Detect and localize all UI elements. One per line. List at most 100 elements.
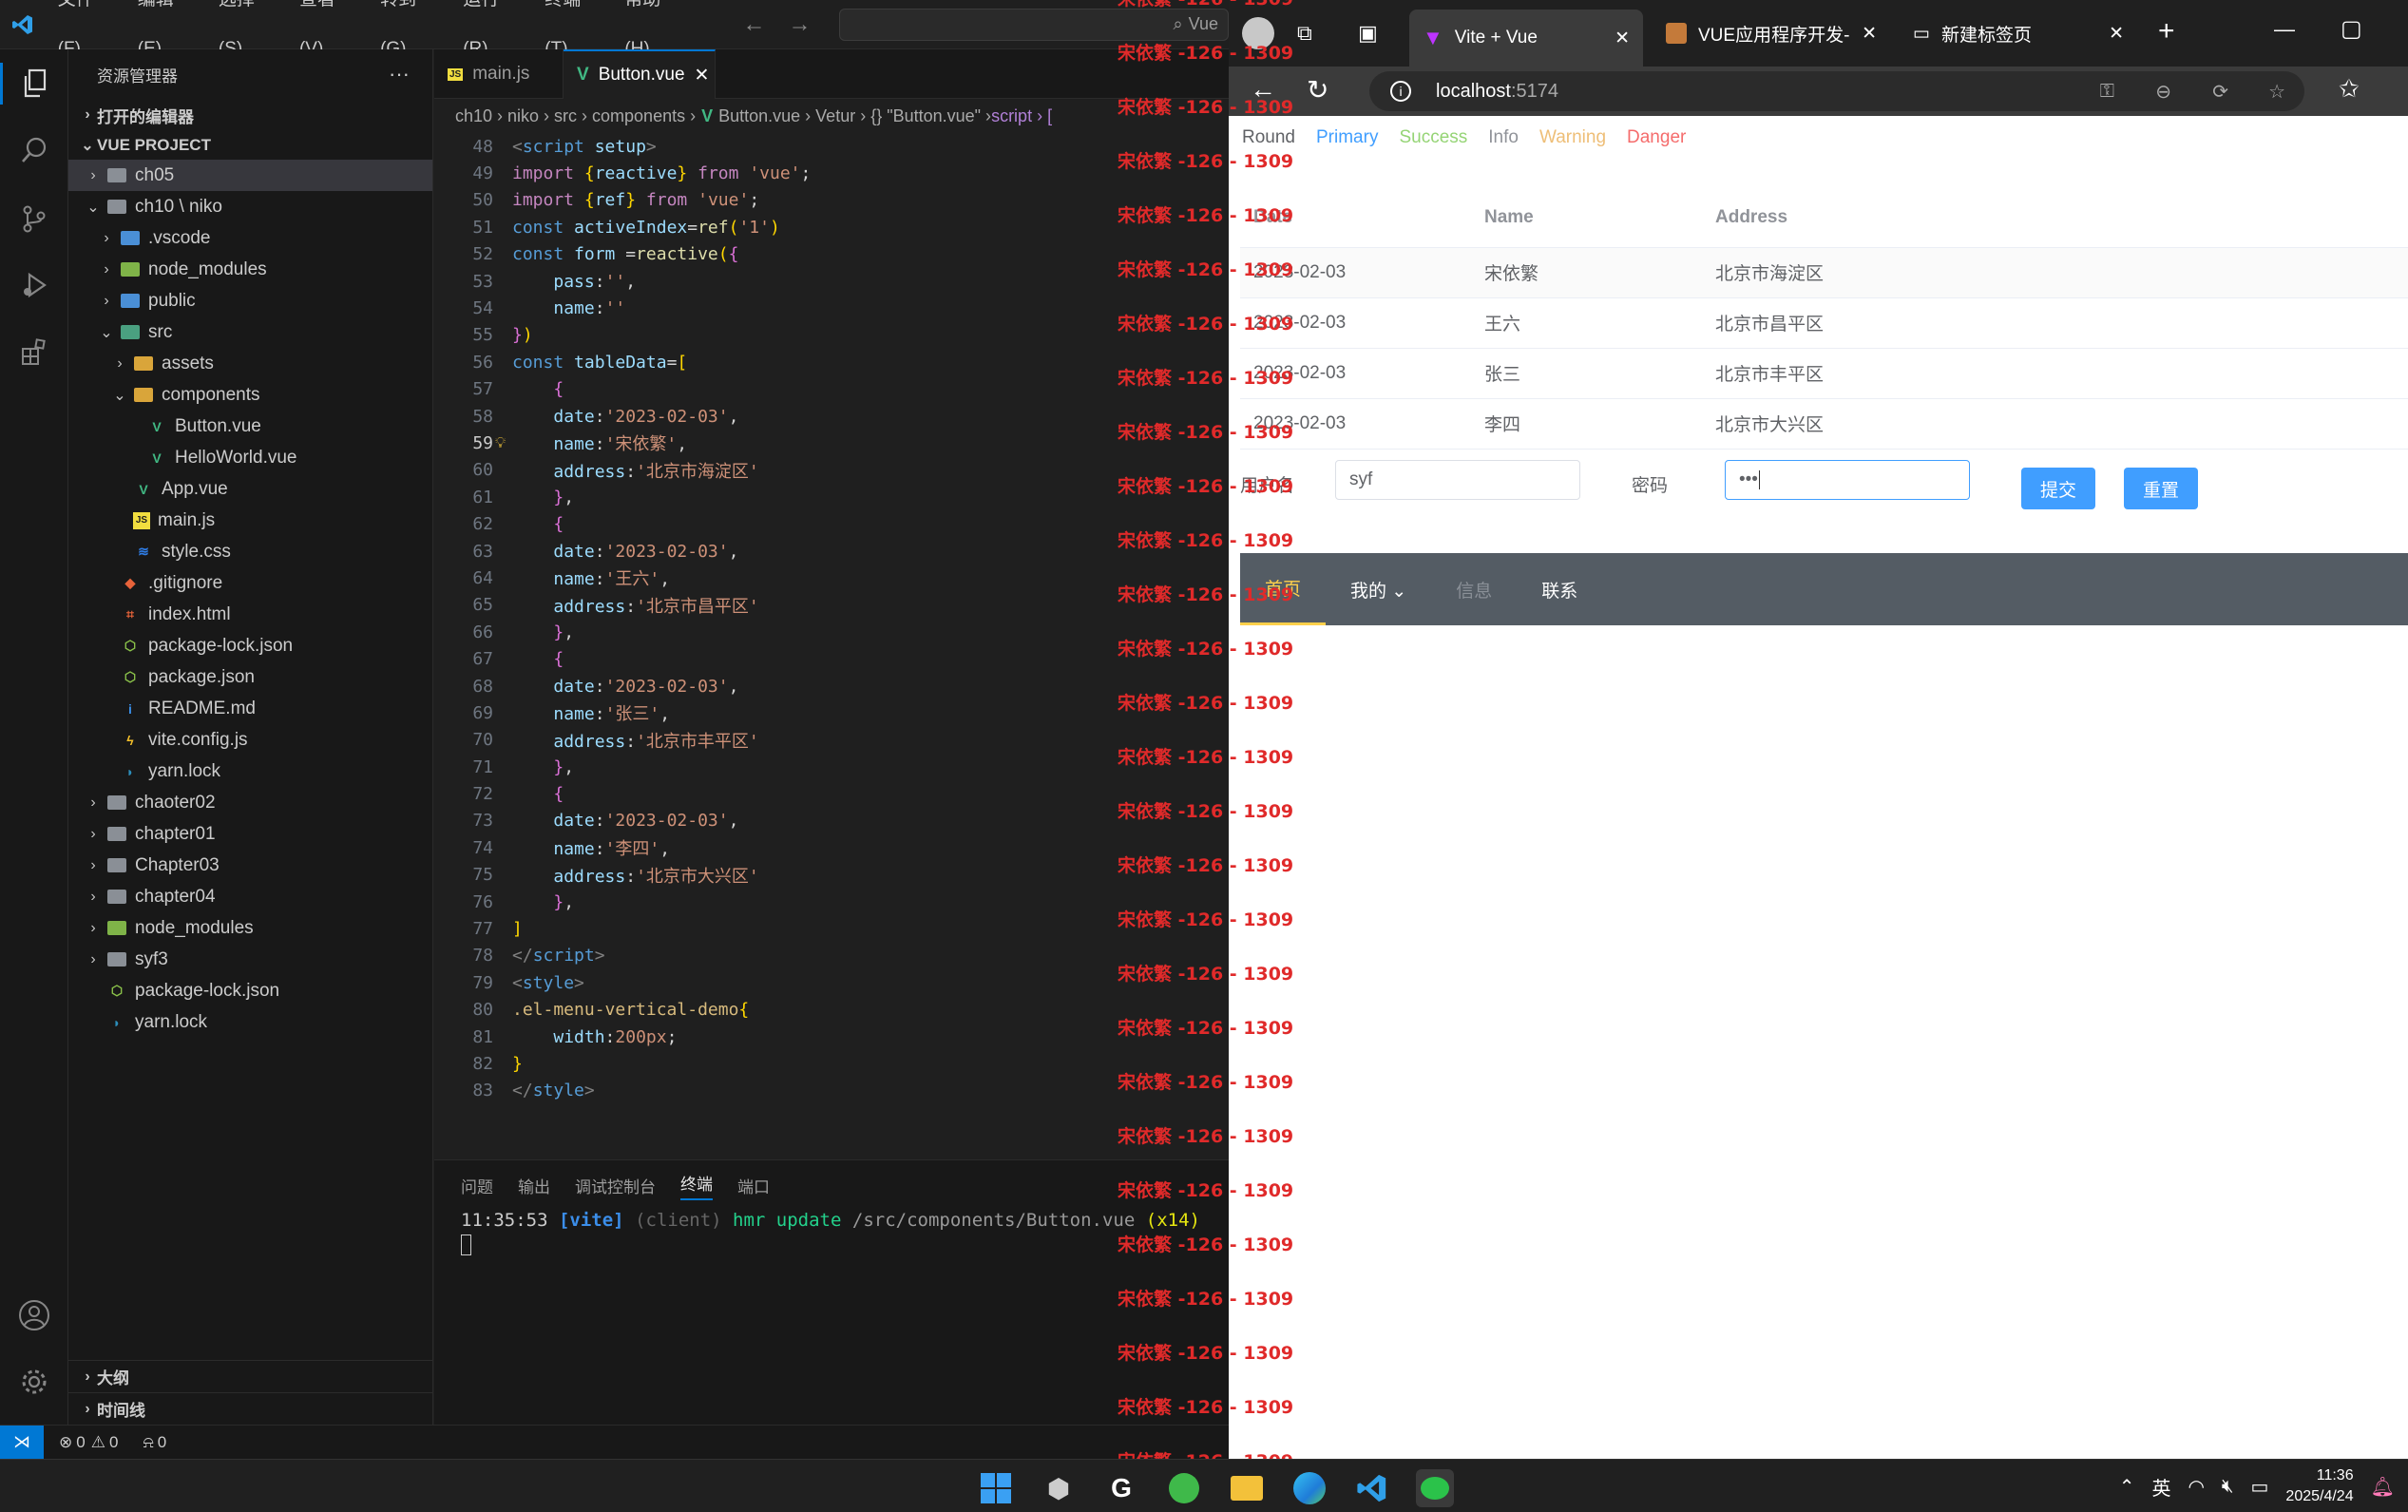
extensions-icon[interactable] [13,331,55,373]
file-explorer-icon[interactable] [1228,1469,1266,1507]
tree-item[interactable]: ◗ yarn.lock [68,1006,432,1038]
site-info-icon[interactable]: i [1390,81,1411,102]
workspaces-icon[interactable]: ⧉ [1297,21,1312,46]
new-tab-plus-icon[interactable]: + [2158,15,2175,48]
text-button[interactable]: Primary [1316,127,1378,148]
search-icon[interactable] [13,129,55,171]
username-input[interactable]: syf [1335,460,1580,500]
code-editor[interactable]: 48 <script setup> 49 import {reactive} from… [434,133,1229,1159]
edge-browser-icon[interactable] [1290,1469,1328,1507]
tree-item[interactable]: ⌄ components [68,379,432,411]
nav-menu-item[interactable]: 联系 [1517,553,1602,625]
tree-item[interactable]: › chaoter02 [68,787,432,818]
ports-icon[interactable]: ⍾ [143,1433,153,1452]
password-input[interactable]: ••• [1725,460,1970,500]
tree-item[interactable]: › Chapter03 [68,850,432,881]
back-arrow-icon[interactable]: ← [742,11,765,38]
tree-item[interactable]: V Button.vue [68,411,432,442]
tree-item[interactable]: › .vscode [68,222,432,254]
tree-item[interactable]: ⌄ ch10 \ niko [68,191,432,222]
tree-item[interactable]: JS main.js [68,505,432,536]
panel-tab[interactable]: 问题 [461,1174,493,1197]
immersive-reader-icon[interactable]: ⟳ [2212,80,2228,104]
ime-indicator[interactable]: 英 [2151,1473,2170,1501]
tree-item[interactable]: › syf3 [68,944,432,975]
editor-tab[interactable]: JS main.js [434,49,564,99]
close-icon[interactable]: ✕ [1862,23,1877,45]
text-button[interactable]: Info [1488,127,1519,148]
errors-icon[interactable]: ⊗ [59,1433,72,1452]
submit-button[interactable]: 提交 [2021,468,2095,509]
settings-gear-icon[interactable] [13,1361,55,1403]
volume-muted-icon[interactable]: 🔇︎ [2222,1476,2234,1498]
tree-item[interactable]: V HelloWorld.vue [68,442,432,473]
wifi-icon[interactable]: ◠ [2188,1475,2204,1499]
browser-tab-vue-dev[interactable]: VUE应用程序开发-2 ✕ [1653,11,1890,55]
tree-item[interactable]: ◗ yarn.lock [68,756,432,787]
tree-item[interactable]: ≋ style.css [68,536,432,567]
tree-item[interactable]: › chapter01 [68,818,432,850]
close-icon[interactable]: ✕ [695,65,710,86]
windows-start-icon[interactable] [977,1469,1015,1507]
maximize-icon[interactable]: ▢ [2341,15,2362,43]
timeline-section[interactable]: › 时间线 [68,1392,433,1425]
nav-menu-item[interactable]: 我的 ⌄ [1326,553,1431,625]
tree-item[interactable]: › ch05 [68,160,432,191]
browser-tab-new[interactable]: ▭ 新建标签页 ✕ [1900,11,2137,55]
explorer-icon[interactable] [0,63,68,105]
profile-avatar[interactable] [1242,17,1274,49]
g-app-icon[interactable]: G [1102,1469,1140,1507]
breadcrumb[interactable]: ch10 › niko › src › components › V Butto… [434,99,1229,133]
vscode-taskbar-icon[interactable] [1353,1469,1391,1507]
text-button[interactable]: Warning [1539,127,1606,148]
panel-tab[interactable]: 调试控制台 [575,1174,656,1197]
browser-tab-vite[interactable]: ▼ Vite + Vue ✕ [1409,10,1643,67]
warnings-icon[interactable]: ⚠ [91,1433,105,1452]
outline-section[interactable]: › 大纲 [68,1360,433,1392]
favorites-icon[interactable]: ✩ [2339,74,2360,104]
tray-expand-icon[interactable]: ⌃ [2119,1475,2135,1499]
tree-item[interactable]: ⌗ index.html [68,599,432,630]
tree-item[interactable]: › chapter04 [68,881,432,912]
notification-bell-icon[interactable]: 🔔︎ [2371,1475,2395,1499]
editor-tab[interactable]: V Button.vue ✕ [564,49,716,99]
battery-icon[interactable]: ▭ [2251,1475,2269,1499]
command-center[interactable]: ⌕ Vue [839,8,1229,41]
tree-item[interactable]: ⌄ src [68,316,432,348]
tree-item[interactable]: V App.vue [68,473,432,505]
back-arrow-icon[interactable]: ← [1250,74,1276,105]
zoom-out-icon[interactable]: ⊖ [2155,80,2171,104]
project-section[interactable]: ⌄ VUE PROJECT [68,131,432,160]
favorite-star-icon[interactable]: ☆ [2268,80,2285,104]
terminal[interactable]: 11:35:53 [vite] (client) hmr update /src… [434,1210,1229,1259]
tree-item[interactable]: ϟ vite.config.js [68,724,432,756]
remote-indicator-icon[interactable]: ⋊ [0,1425,44,1460]
panel-tab[interactable]: 输出 [518,1174,550,1197]
tree-item[interactable]: ⬡ package-lock.json [68,975,432,1006]
green-app-icon[interactable] [1165,1469,1203,1507]
panel-tab[interactable]: 终端 [680,1171,713,1200]
tree-item[interactable]: i README.md [68,693,432,724]
tree-item[interactable]: › node_modules [68,254,432,285]
key-icon[interactable]: ⚿ [2100,81,2114,103]
open-editors-section[interactable]: › 打开的编辑器 [68,99,432,131]
forward-arrow-icon[interactable]: → [788,11,811,38]
text-button[interactable]: Success [1399,127,1467,148]
refresh-icon[interactable]: ↻ [1307,74,1328,105]
run-debug-icon[interactable] [13,264,55,306]
close-icon[interactable]: ✕ [1615,28,1630,49]
unity-icon[interactable]: ⬢ [1040,1469,1078,1507]
tree-item[interactable]: ⬡ package-lock.json [68,630,432,661]
minimize-icon[interactable]: — [2274,17,2295,42]
tree-item[interactable]: ◆ .gitignore [68,567,432,599]
tree-item[interactable]: › public [68,285,432,316]
tree-item[interactable]: ⬡ package.json [68,661,432,693]
wechat-icon[interactable] [1416,1469,1454,1507]
more-actions-icon[interactable]: ··· [389,62,410,86]
tree-item[interactable]: › node_modules [68,912,432,944]
nav-menu-item[interactable]: 首页 [1240,553,1327,625]
reset-button[interactable]: 重置 [2124,468,2198,509]
account-icon[interactable] [13,1294,55,1336]
text-button[interactable]: Danger [1627,127,1686,148]
text-button[interactable]: Round [1242,127,1295,148]
